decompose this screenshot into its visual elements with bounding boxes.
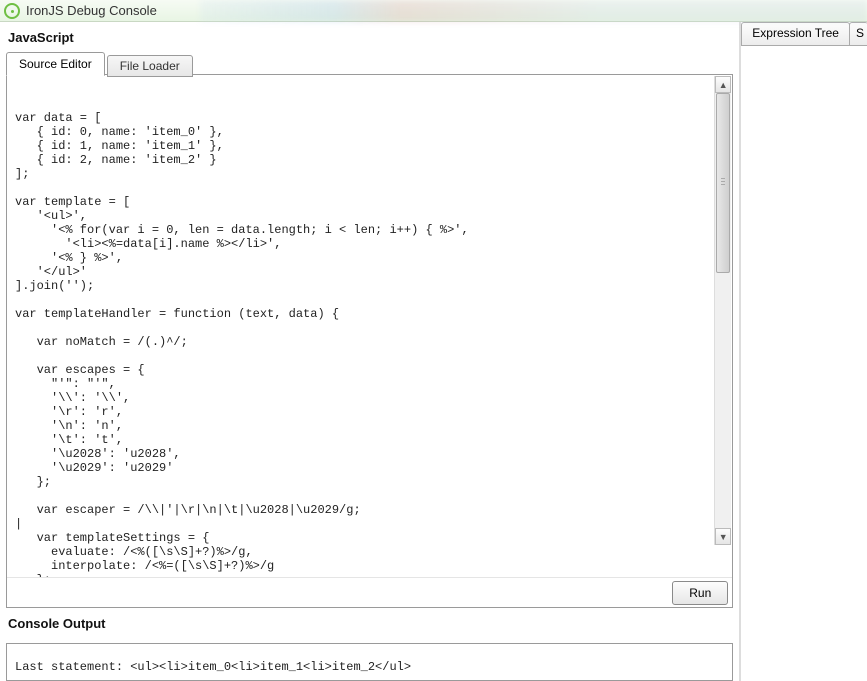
tab-source-editor[interactable]: Source Editor <box>6 52 105 76</box>
console-output: Last statement: <ul><li>item_0<li>item_1… <box>6 643 733 681</box>
tab-cut-off[interactable]: S <box>849 22 867 45</box>
window-titlebar: IronJS Debug Console <box>0 0 867 22</box>
code-editor[interactable]: var data = [ { id: 0, name: 'item_0' }, … <box>7 87 732 577</box>
right-panel: Expression Tree S <box>740 22 867 681</box>
tab-expression-tree[interactable]: Expression Tree <box>741 22 850 45</box>
app-icon <box>4 3 20 19</box>
console-output-text: Last statement: <ul><li>item_0<li>item_1… <box>15 660 411 674</box>
console-output-heading: Console Output <box>6 608 733 637</box>
scroll-down-button[interactable]: ▼ <box>715 528 731 545</box>
window-title: IronJS Debug Console <box>26 3 157 18</box>
run-row: Run <box>7 577 732 607</box>
scroll-up-button[interactable]: ▲ <box>715 76 731 93</box>
titlebar-background-blur <box>200 0 867 22</box>
editor-tabstrip: Source Editor File Loader <box>6 51 733 75</box>
run-button[interactable]: Run <box>672 581 728 605</box>
left-panel: JavaScript Source Editor File Loader var… <box>0 22 740 681</box>
javascript-heading: JavaScript <box>6 28 733 51</box>
editor-scroll-area: var data = [ { id: 0, name: 'item_0' }, … <box>7 75 732 577</box>
scroll-track[interactable] <box>715 93 731 528</box>
tab-file-loader[interactable]: File Loader <box>107 55 193 77</box>
vertical-scrollbar[interactable]: ▲ ▼ <box>714 76 731 545</box>
right-tabstrip: Expression Tree S <box>741 22 867 46</box>
scroll-thumb[interactable] <box>716 93 730 273</box>
editor-container: var data = [ { id: 0, name: 'item_0' }, … <box>6 74 733 608</box>
